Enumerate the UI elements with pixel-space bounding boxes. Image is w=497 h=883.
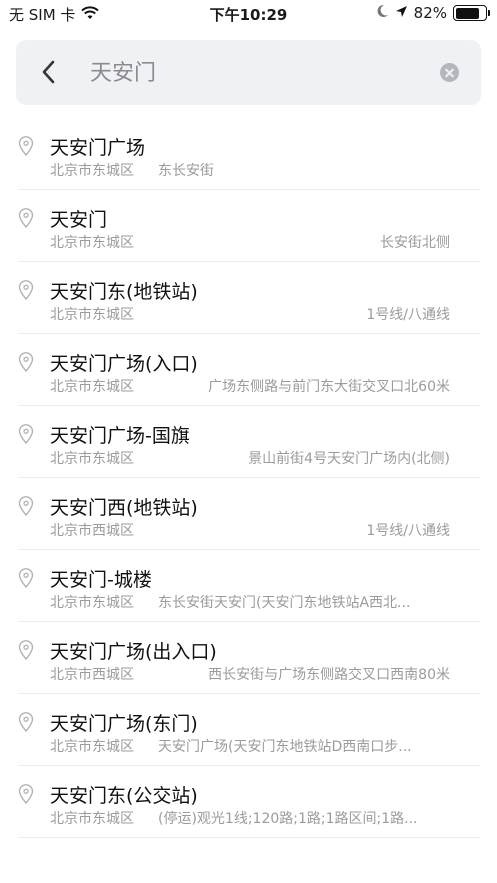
location-arrow-icon [395, 4, 408, 22]
result-detail: 东长安街天安门(天安门东地铁站A西北... [158, 595, 411, 611]
location-pin-icon [18, 640, 34, 661]
list-item[interactable]: 天安门广场北京市东城区 东长安街 [18, 118, 480, 190]
result-name: 天安门广场(入口) [50, 353, 198, 375]
result-detail: 东长安街 [158, 163, 214, 179]
result-detail: 广场东侧路与前门东大街交叉口北60米 [208, 379, 450, 395]
location-pin-icon [18, 496, 34, 517]
list-item[interactable]: 天安门西(地铁站) 北京市西城区 1号线/八通线 [18, 478, 480, 550]
result-detail: 1号线/八通线 [366, 307, 450, 323]
result-name: 天安门-城楼 [50, 569, 152, 591]
moon-icon [376, 4, 389, 22]
location-pin-icon [18, 208, 34, 229]
result-district: 北京市东城区 [50, 451, 134, 467]
status-right: 82% [376, 4, 490, 22]
result-name: 天安门广场(出入口) [50, 641, 217, 663]
result-detail: 景山前街4号天安门广场内(北侧) [248, 451, 450, 467]
list-item[interactable]: 天安门东(公交站) 北京市东城区 (停运)观光1线;120路;1路;1路区间;1路.… [18, 766, 480, 838]
result-district: 北京市东城区 [50, 811, 134, 827]
search-input[interactable] [90, 58, 430, 84]
list-item[interactable]: 天安门-城楼北京市东城区 东长安街天安门(天安门东地铁站A西北... [18, 550, 480, 622]
result-district: 北京市东城区 [50, 595, 134, 611]
location-pin-icon [18, 352, 34, 373]
list-item[interactable]: 天安门广场(东门) 北京市东城区 天安门广场(天安门东地铁站D西南口步... [18, 694, 480, 766]
result-district: 北京市西城区 [50, 523, 134, 539]
result-name: 天安门东(公交站) [50, 785, 198, 807]
list-item[interactable]: 天安门北京市东城区 长安街北侧 [18, 190, 480, 262]
result-name: 天安门广场 [50, 137, 146, 159]
result-detail: 天安门广场(天安门东地铁站D西南口步... [158, 739, 412, 755]
result-district: 北京市东城区 [50, 739, 134, 755]
location-pin-icon [18, 280, 34, 301]
back-arrow-icon[interactable] [38, 59, 62, 85]
list-item[interactable]: 天安门东(地铁站) 北京市东城区 1号线/八通线 [18, 262, 480, 334]
location-pin-icon [18, 784, 34, 805]
search-bar [16, 40, 481, 105]
result-district: 北京市东城区 [50, 163, 134, 179]
location-pin-icon [18, 712, 34, 733]
result-name: 天安门 [50, 209, 108, 231]
location-pin-icon [18, 136, 34, 157]
location-pin-icon [18, 424, 34, 445]
result-detail: 1号线/八通线 [366, 523, 450, 539]
result-detail: 长安街北侧 [380, 235, 450, 251]
result-district: 北京市西城区 [50, 667, 134, 683]
list-item[interactable]: 天安门广场(出入口) 北京市西城区 西长安街与广场东侧路交叉口西南80米 [18, 622, 480, 694]
result-district: 北京市东城区 [50, 235, 134, 251]
battery-icon [453, 5, 490, 21]
battery-percent: 82% [413, 4, 447, 22]
result-detail: 西长安街与广场东侧路交叉口西南80米 [208, 667, 450, 683]
results-list: 天安门广场 北京市东城区 东长安街 天安门 北京市东城区 长安街北侧 天安门东(地铁站) 北京… [0, 118, 497, 838]
location-pin-icon [18, 568, 34, 589]
result-district: 北京市东城区 [50, 379, 134, 395]
list-item[interactable]: 天安门广场-国旗北京市东城区 景山前街4号天安门广场内(北侧) [18, 406, 480, 478]
clear-icon[interactable] [440, 63, 459, 82]
result-name: 天安门广场-国旗 [50, 425, 190, 447]
battery-fill [455, 7, 480, 19]
result-detail: (停运)观光1线;120路;1路;1路区间;1路... [158, 811, 418, 827]
result-name: 天安门西(地铁站) [50, 497, 198, 519]
result-name: 天安门东(地铁站) [50, 281, 198, 303]
list-item[interactable]: 天安门广场(入口) 北京市东城区 广场东侧路与前门东大街交叉口北60米 [18, 334, 480, 406]
status-bar: 无 SIM 卡 下午10:29 82% [0, 0, 497, 30]
result-district: 北京市东城区 [50, 307, 134, 323]
result-name: 天安门广场(东门) [50, 713, 198, 735]
